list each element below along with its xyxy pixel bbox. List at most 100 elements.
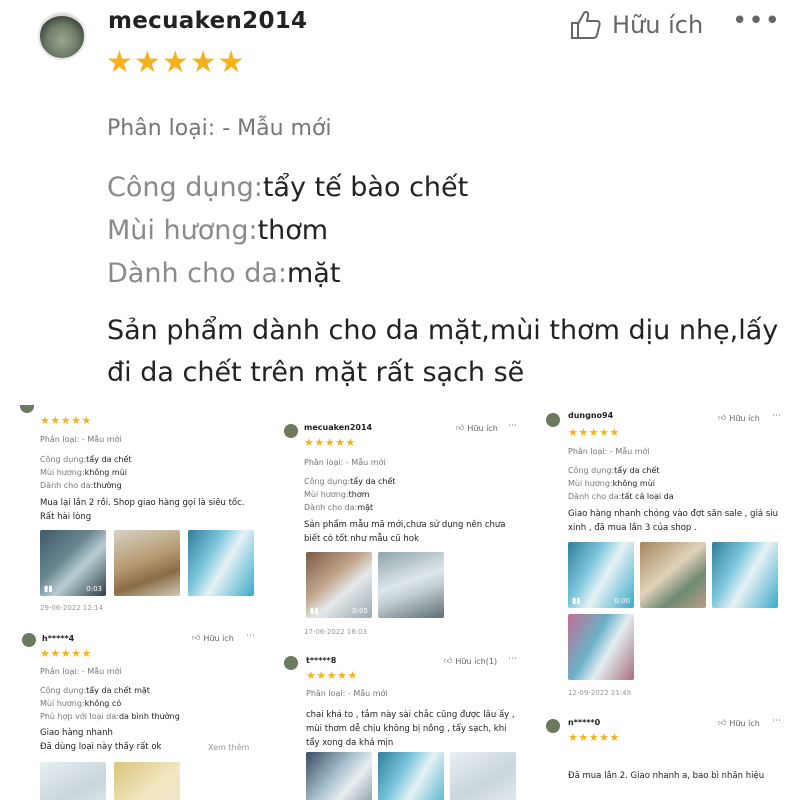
- see-more-link[interactable]: Xem thêm: [208, 743, 249, 752]
- more-options-button[interactable]: ⋯: [508, 421, 517, 431]
- review-photo[interactable]: [306, 752, 372, 800]
- review-date: 12-09-2022 21:49: [568, 689, 632, 697]
- variant-label: Phân loại: - Mẫu mới: [306, 689, 388, 698]
- review-photo[interactable]: [40, 762, 106, 800]
- variant-label: Phân loại: - Mẫu mới: [568, 447, 650, 456]
- attribute-skin: Dành cho da:tất cả loại da: [568, 492, 674, 501]
- helpful-label: Hữu ích: [729, 718, 760, 728]
- attribute-key: Mùi hương:: [40, 468, 85, 477]
- attribute-usage: Công dụng:tẩy da chết: [568, 466, 660, 475]
- attribute-scent: Mùi hương:thơm: [304, 490, 370, 499]
- more-options-button[interactable]: ⋯: [772, 411, 781, 421]
- review-text: Sản phẩm dành cho da mặt,mùi thơm dịu nh…: [107, 315, 779, 388]
- more-options-button[interactable]: ⋯: [246, 631, 255, 641]
- review-date: 17-06-2022 16:03: [304, 628, 368, 636]
- attribute-key: Mùi hương:: [107, 215, 258, 246]
- helpful-label: Hữu ích: [612, 11, 704, 39]
- star-rating: ★★★★★: [568, 426, 620, 439]
- attribute-usage: Công dụng:tẩy da chết: [304, 477, 396, 486]
- review-video-thumbnail[interactable]: ▮▮ 0:03: [40, 530, 106, 596]
- attribute-skin: Dành cho da:mặt: [304, 503, 373, 512]
- attribute-skin-type: Phù hợp với loại da:da bình thường: [40, 712, 180, 721]
- attribute-key: Dành cho da:: [107, 258, 287, 289]
- avatar[interactable]: [284, 424, 298, 438]
- attribute-value: thơm: [348, 490, 370, 499]
- review-photo[interactable]: [712, 542, 778, 608]
- attribute-key: Công dụng:: [40, 686, 87, 695]
- helpful-button[interactable]: 👍︎ Hữu ích: [456, 423, 498, 433]
- avatar[interactable]: [20, 405, 34, 413]
- review-video-thumbnail[interactable]: ▮▮ 0:00: [568, 542, 634, 608]
- avatar[interactable]: [546, 413, 560, 427]
- attribute-value: tẩy da chết: [86, 455, 132, 464]
- attribute-key: Mùi hương:: [40, 699, 85, 708]
- review-photo[interactable]: [188, 530, 254, 596]
- video-icon: ▮▮: [310, 606, 319, 615]
- thumbs-up-icon: 👍︎: [192, 633, 201, 642]
- review-text: Giao hàng nhanh Đã dùng loại này thấy rấ…: [40, 728, 162, 752]
- attribute-value: không có: [84, 699, 122, 708]
- attribute-skin: Dành cho da:thường: [40, 481, 122, 490]
- video-duration: 0:03: [86, 585, 102, 593]
- more-options-button[interactable]: ⋯: [772, 716, 781, 726]
- review-photo[interactable]: [640, 542, 706, 608]
- thumbs-up-icon: 👍︎: [444, 656, 453, 665]
- username[interactable]: h*****4: [42, 634, 74, 643]
- video-duration: 0:00: [614, 597, 630, 605]
- thumbs-up-icon: [571, 11, 601, 39]
- star-rating: ★★★★★: [40, 414, 92, 427]
- thumbs-up-icon: 👍︎: [456, 423, 465, 432]
- username[interactable]: n*****0: [568, 718, 600, 727]
- attribute-key: Mùi hương:: [304, 490, 349, 499]
- helpful-button[interactable]: 👍︎ Hữu ích(1): [444, 656, 497, 666]
- review-photo[interactable]: [114, 762, 180, 800]
- video-duration: 0:05: [352, 607, 368, 615]
- review-photo[interactable]: [114, 530, 180, 596]
- attribute-value: không mùi: [612, 479, 655, 488]
- avatar[interactable]: [546, 719, 560, 733]
- attribute-value: da bình thường: [118, 712, 180, 721]
- attribute-value: tẩy da chết mặt: [86, 686, 150, 695]
- thumbs-up-icon: 👍︎: [718, 718, 727, 727]
- more-options-button[interactable]: ⋯: [508, 654, 517, 664]
- review-photo[interactable]: [378, 552, 444, 618]
- helpful-button[interactable]: 👍︎ Hữu ích: [718, 718, 760, 728]
- video-icon: ▮▮: [44, 584, 53, 593]
- more-options-button[interactable]: •••: [732, 6, 781, 36]
- attribute-key: Công dụng:: [107, 172, 263, 203]
- review-photo[interactable]: [378, 752, 444, 800]
- avatar[interactable]: [284, 656, 298, 670]
- attribute-scent: Mùi hương:không mùi: [568, 479, 655, 488]
- attribute-key: Dành cho da:: [40, 481, 94, 490]
- helpful-button[interactable]: Hữu ích: [570, 10, 703, 40]
- attribute-value: mặt: [286, 258, 341, 289]
- attribute-value: thơm: [257, 215, 329, 246]
- attribute-key: Dành cho da:: [304, 503, 358, 512]
- review-photo[interactable]: [568, 614, 634, 680]
- avatar[interactable]: [22, 633, 36, 647]
- username[interactable]: mecuaken2014: [108, 8, 307, 34]
- attribute-skin: Dành cho da:mặt: [107, 258, 340, 290]
- attribute-scent: Mùi hương:thơm: [107, 215, 328, 247]
- helpful-button[interactable]: 👍︎ Hữu ích: [718, 413, 760, 423]
- attribute-value: không mùi: [84, 468, 127, 477]
- review-text: Mua lại lần 2 rồi. Shop giao hàng gọi là…: [40, 498, 245, 522]
- attribute-value: tẩy da chết: [614, 466, 660, 475]
- helpful-label: Hữu ích: [729, 413, 760, 423]
- helpful-button[interactable]: 👍︎ Hữu ích: [192, 633, 234, 643]
- username[interactable]: t*****8: [306, 656, 336, 665]
- screenshot-column-1: ★★★★★ Phân loại: - Mẫu mới Công dụng:tẩy…: [14, 405, 262, 800]
- attribute-value: tẩy tế bào chết: [262, 172, 469, 203]
- attribute-usage: Công dụng:tẩy da chết: [40, 455, 132, 464]
- screenshot-column-3: dungno94 👍︎ Hữu ích ⋯ ★★★★★ Phân loại: - …: [538, 405, 790, 800]
- username[interactable]: mecuaken2014: [304, 423, 372, 432]
- review-text: Sản phẩm mẫu mã mới,chưa sử dụng nên chư…: [304, 520, 506, 544]
- star-rating: ★★★★★: [304, 436, 356, 449]
- username[interactable]: dungno94: [568, 411, 613, 420]
- attribute-key: Dành cho da:: [568, 492, 622, 501]
- video-icon: ▮▮: [572, 596, 581, 605]
- review-video-thumbnail[interactable]: ▮▮ 0:05: [306, 552, 372, 618]
- variant-label: Phân loại: - Mẫu mới: [107, 116, 332, 141]
- review-photo[interactable]: [450, 752, 516, 800]
- avatar[interactable]: [38, 12, 86, 60]
